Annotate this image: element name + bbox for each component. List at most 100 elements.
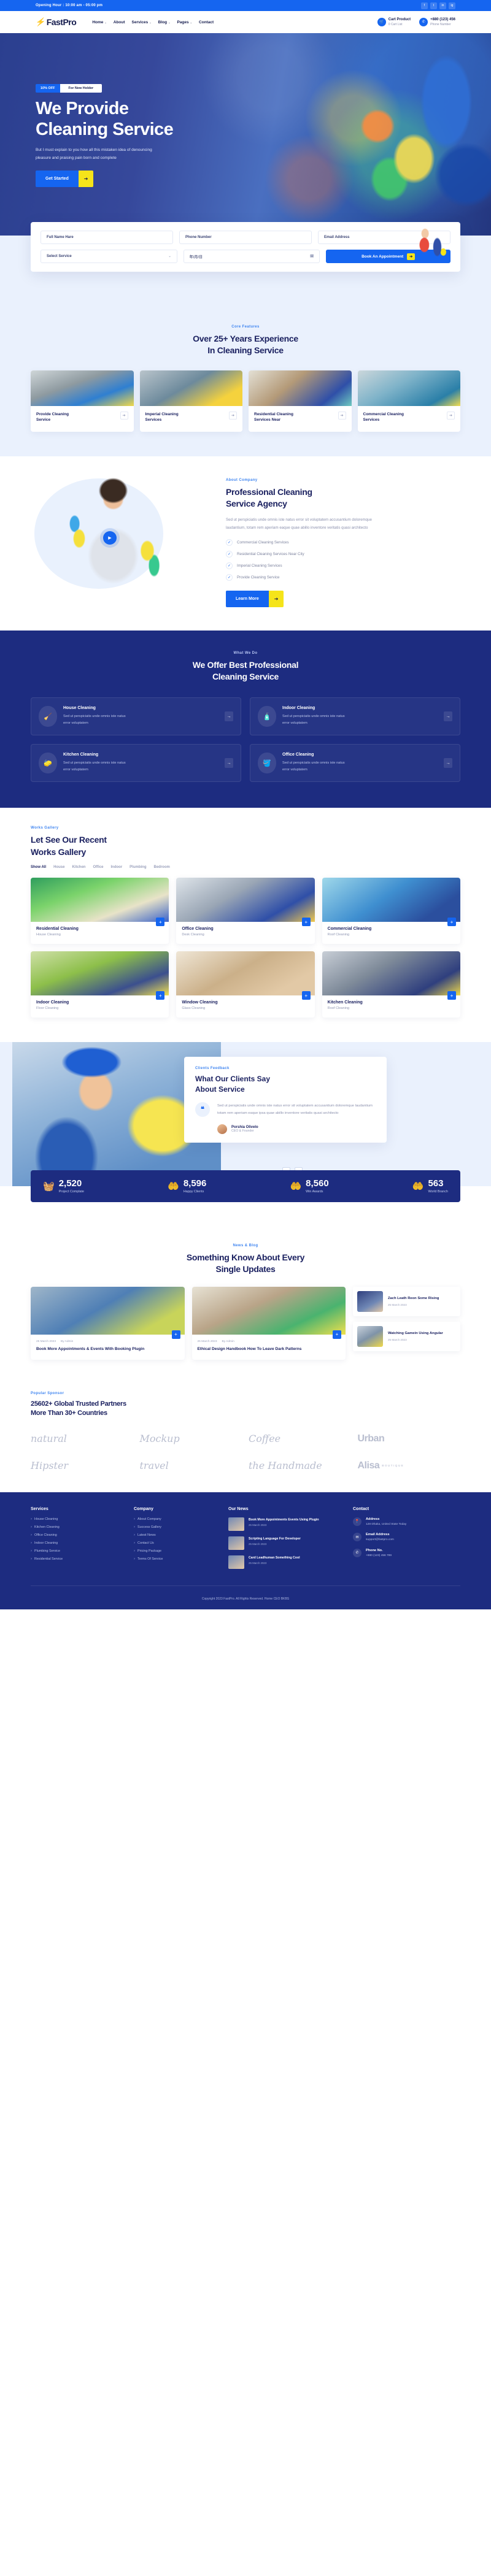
nav-item-services[interactable]: Services ⌄: [132, 20, 152, 25]
service-card-indoor-cleaning[interactable]: 🧴 Indoor Cleaning Sed ut perspiciatis un…: [250, 697, 460, 736]
footer-link[interactable]: Success Gallery: [134, 1525, 220, 1529]
plus-icon[interactable]: +: [156, 918, 165, 927]
footer-news-item[interactable]: Scripting Language For Developer 25 March…: [228, 1536, 344, 1550]
footer-link[interactable]: Kitchen Cleaning: [31, 1525, 125, 1529]
footer-contact-email[interactable]: ✉ Email Address support@fastpro.com: [353, 1533, 460, 1543]
arrow-right-icon[interactable]: ➔: [338, 411, 346, 420]
get-started-button[interactable]: Get Started ➔: [36, 171, 94, 188]
footer-news-item[interactable]: Book More Appointments Events Using Plug…: [228, 1517, 344, 1531]
checklist-label: Residential Cleaning Services Near City: [237, 551, 304, 556]
gallery-item[interactable]: + Kitchen Cleaning Roof Cleaning: [322, 951, 460, 1018]
logo[interactable]: ⚡ FastPro: [35, 17, 77, 27]
plus-icon[interactable]: +: [447, 918, 456, 927]
stat-win-awards: 🤲 8,560 Win Awards: [290, 1179, 328, 1194]
feature-image: [249, 370, 352, 406]
arrow-right-icon[interactable]: →: [225, 711, 233, 722]
footer-link[interactable]: Indoor Cleaning: [31, 1541, 125, 1545]
sidebar-post[interactable]: Watching Gamein Using Angular 25 March 20…: [353, 1321, 460, 1351]
full-name-input[interactable]: Full Name Hare: [41, 231, 173, 244]
phone-widget[interactable]: ✆ +880 (123) 456 Phone Number: [419, 18, 455, 26]
gallery-item[interactable]: + Window Cleaning Glass Cleaning: [176, 951, 315, 1018]
arrow-right-icon[interactable]: ➔: [447, 411, 455, 420]
instagram-icon[interactable]: ig: [449, 2, 455, 9]
nav-item-home[interactable]: Home ⌄: [92, 20, 106, 25]
nav-label: Pages: [177, 20, 189, 25]
nav-item-about[interactable]: About: [114, 20, 125, 25]
plus-icon[interactable]: +: [333, 1330, 341, 1339]
feature-card[interactable]: Commercial Cleaning Services ➔: [357, 370, 460, 432]
blog-post[interactable]: + 25 March 2023 By Admin Ethical Design H…: [191, 1286, 346, 1360]
social-links[interactable]: f t in ig: [421, 2, 455, 9]
twitter-icon[interactable]: t: [430, 2, 437, 9]
learn-more-button[interactable]: Learn More ➔: [226, 590, 284, 607]
arrow-right-icon[interactable]: →: [444, 758, 452, 769]
testimonial-author: Porshia Olivelo CEO & Founder: [195, 1124, 376, 1134]
gallery-item[interactable]: + Commercial Cleaning Roof Cleaning: [322, 878, 460, 945]
arrow-right-icon[interactable]: ➔: [229, 411, 237, 420]
sidebar-post[interactable]: Zach Leath Reon Some Rising 25 March 2023: [353, 1286, 460, 1316]
checklist-label: Commercial Cleaning Services: [237, 540, 289, 545]
spray-bottle-icon: 🧴: [258, 706, 276, 727]
blog-title-line1: Something Know About Every: [186, 1252, 305, 1263]
testimonial-title-line2: About Service: [195, 1084, 245, 1094]
gallery-filter-house[interactable]: House: [53, 865, 64, 869]
footer-link[interactable]: Residential Service: [31, 1557, 125, 1561]
gallery-filter-kitchen[interactable]: Kitchen: [72, 865, 85, 869]
select-service-dropdown[interactable]: Select Service ⌄: [41, 250, 177, 263]
gallery-filter-plumbing[interactable]: Plumbing: [130, 865, 146, 869]
gallery-filter-bedroom[interactable]: Bedroom: [154, 865, 170, 869]
gallery-filter-indoor[interactable]: Indoor: [111, 865, 123, 869]
facebook-icon[interactable]: f: [421, 2, 428, 9]
footer-link[interactable]: Terms Of Service: [134, 1557, 220, 1561]
footer-link[interactable]: Pricing Package: [134, 1549, 220, 1553]
footer-news-item[interactable]: Card Leadhuman Something Cool 25 March 20…: [228, 1555, 344, 1569]
feature-card[interactable]: Imperial Cleaning Services ➔: [139, 370, 242, 432]
footer-news-title: Book More Appointments Events Using Plug…: [249, 1517, 319, 1522]
feature-card[interactable]: Provide Cleaning Service ➔: [31, 370, 134, 432]
footer-link[interactable]: Contact Us: [134, 1541, 220, 1545]
phone-number-input[interactable]: Phone Number: [179, 231, 312, 244]
arrow-right-icon[interactable]: ➔: [120, 411, 128, 420]
arrow-right-icon[interactable]: →: [444, 711, 452, 722]
footer-col-title: Services: [31, 1506, 48, 1511]
play-video-button[interactable]: ▶: [103, 531, 117, 545]
date-input[interactable]: 年/月/日 🗓: [183, 250, 320, 263]
footer-col-news: Our News Book More Appointments Events U…: [228, 1507, 344, 1574]
service-card-house-cleaning[interactable]: 🧹 House Cleaning Sed ut perspiciatis und…: [31, 697, 241, 736]
contact-label: Address: [366, 1517, 380, 1521]
arrow-right-icon[interactable]: →: [225, 758, 233, 769]
cart-widget[interactable]: 🛒 Cart Product 0 Cart List: [377, 18, 411, 26]
blog-post[interactable]: + 25 March 2023 By Admin Book More Appoin…: [31, 1286, 185, 1360]
partners-label: Popular Sponsor: [31, 1392, 64, 1396]
booking-form: Full Name Hare Phone Number Email Addres…: [31, 222, 460, 272]
stat-number: 2,520: [58, 1178, 82, 1189]
footer-link[interactable]: Latest News: [134, 1533, 220, 1537]
plus-icon[interactable]: +: [301, 918, 311, 927]
service-card-kitchen-cleaning[interactable]: 🧽 Kitchen Cleaning Sed ut perspiciatis u…: [31, 744, 241, 783]
footer-link[interactable]: Plumbing Service: [31, 1549, 125, 1553]
footer-link[interactable]: House Cleaning: [31, 1517, 125, 1521]
feature-card[interactable]: Residential Cleaning Services Near ➔: [249, 370, 352, 432]
service-card-office-cleaning[interactable]: 🪣 Office Cleaning Sed ut perspiciatis un…: [250, 744, 460, 783]
linkedin-icon[interactable]: in: [439, 2, 446, 9]
gallery-item[interactable]: + Office Cleaning Desk Cleaning: [176, 878, 315, 945]
footer-col-company: Company About Company Success Gallery La…: [134, 1507, 220, 1574]
plus-icon[interactable]: +: [447, 991, 456, 1000]
nav-item-pages[interactable]: Pages ⌄: [177, 20, 192, 25]
footer-contact-phone[interactable]: ✆ Phone No. +880 (123) 456 789: [353, 1548, 460, 1558]
footer-link[interactable]: Office Cleaning: [31, 1533, 125, 1537]
gallery-filter-office[interactable]: Office: [93, 865, 103, 869]
nav-item-contact[interactable]: Contact: [199, 20, 214, 25]
gallery-item-title: Commercial Cleaning: [327, 927, 372, 932]
plus-icon[interactable]: +: [171, 1330, 180, 1339]
nav-item-blog[interactable]: Blog ⌄: [158, 20, 171, 25]
bucket-icon: 🪣: [258, 753, 276, 774]
gallery-item[interactable]: + Residential Cleaning House Cleaning: [31, 878, 169, 945]
nav-label: Blog: [158, 20, 168, 25]
plus-icon[interactable]: +: [156, 991, 165, 1000]
plus-icon[interactable]: +: [301, 991, 311, 1000]
features-title: Over 25+ Years Experience In Cleaning Se…: [31, 333, 460, 357]
gallery-item[interactable]: + Indoor Cleaning Floor Cleaning: [31, 951, 169, 1018]
footer-link[interactable]: About Company: [134, 1517, 220, 1521]
gallery-filter-show-all[interactable]: Show All: [31, 865, 46, 869]
